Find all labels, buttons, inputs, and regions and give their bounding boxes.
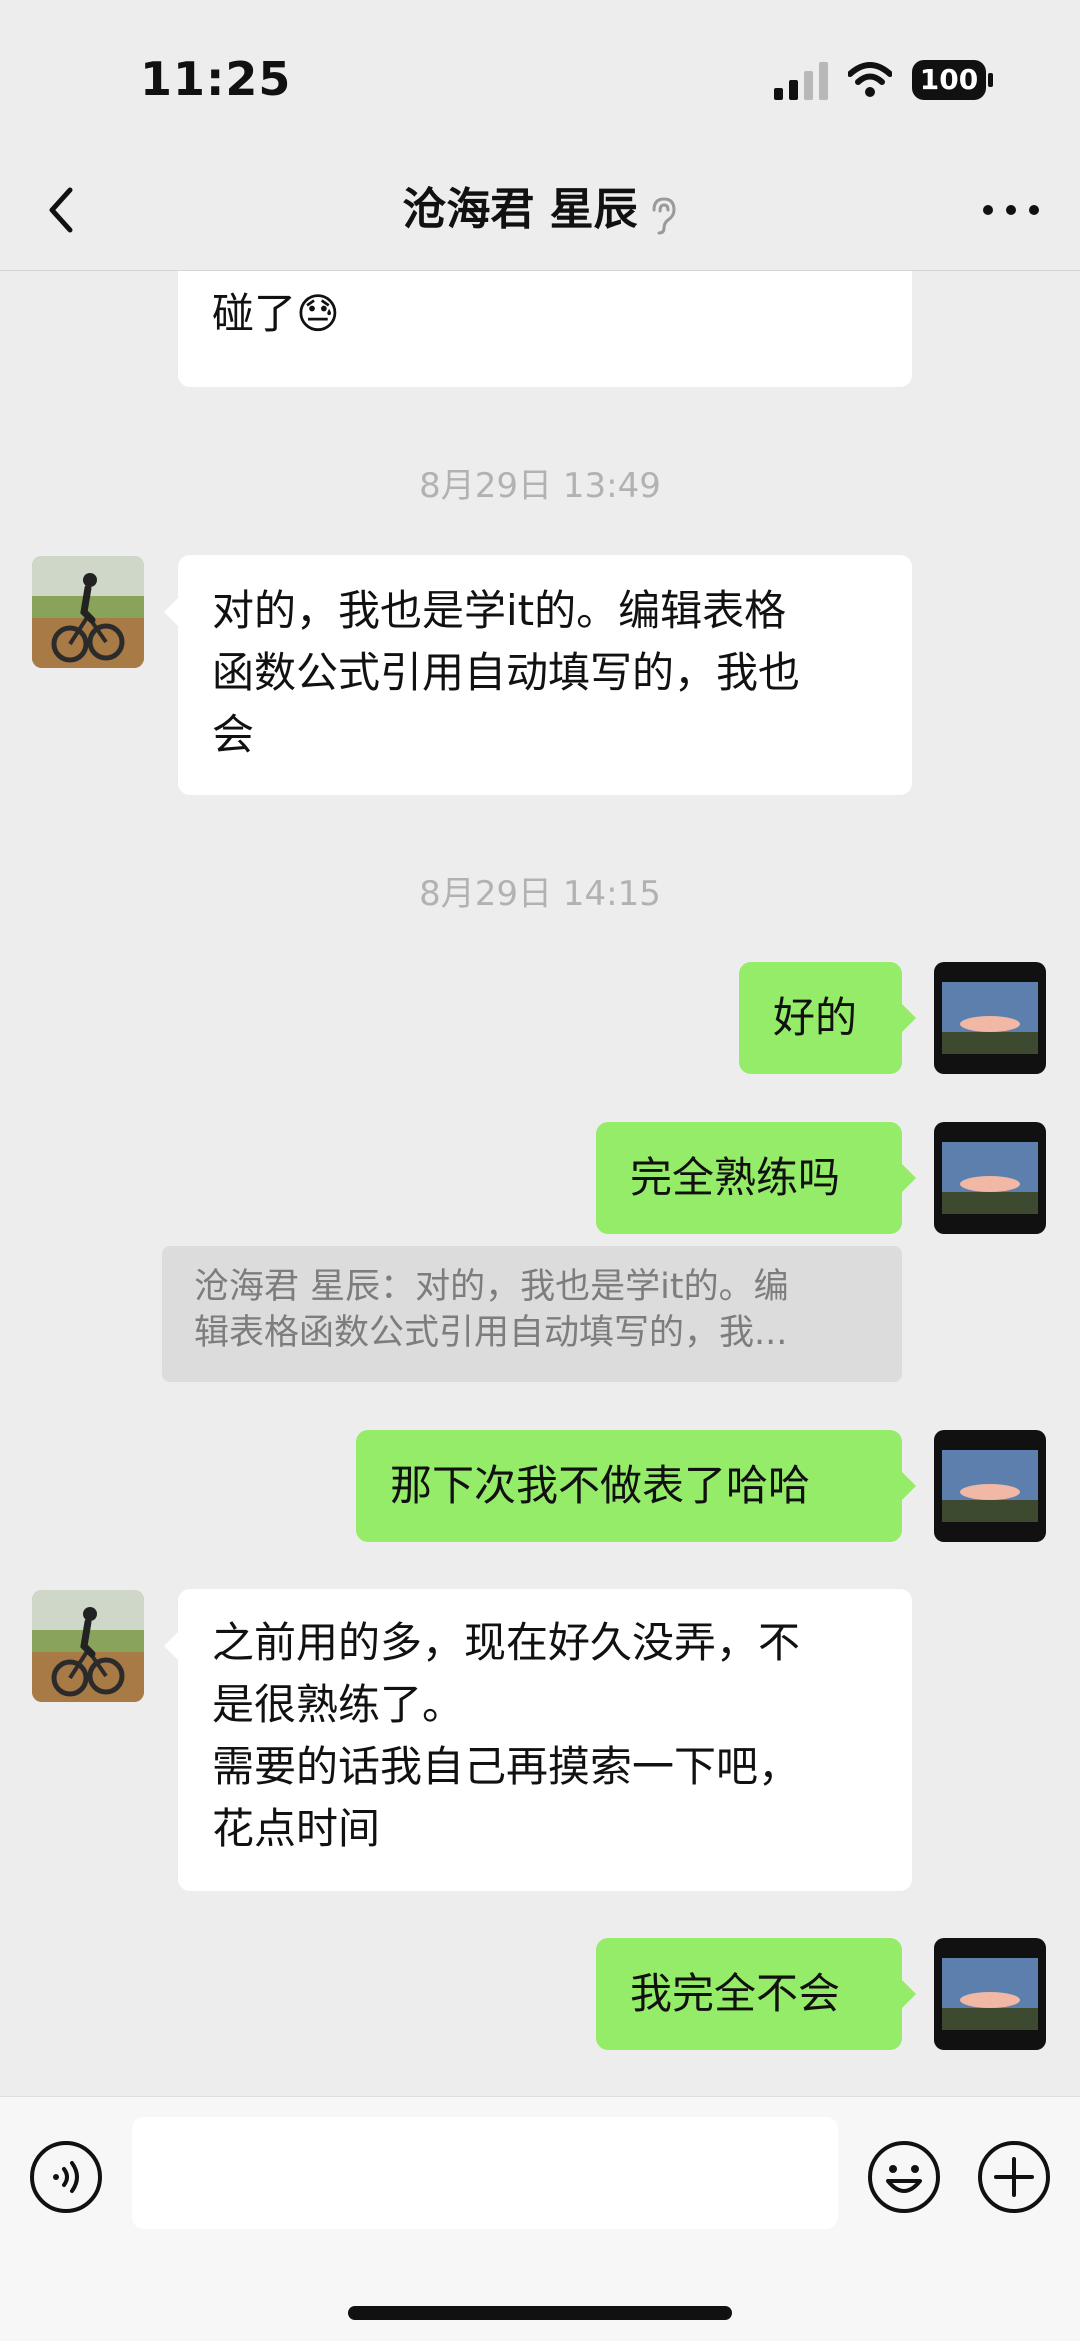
outgoing-message-bubble[interactable]: 好的: [739, 962, 902, 1074]
cyclist-avatar-image: [32, 556, 144, 668]
my-avatar[interactable]: [934, 1122, 1046, 1234]
bubble-tail: [902, 1472, 916, 1500]
message-text-line: 花点时间: [212, 1804, 381, 1853]
quoted-text-line: 辑表格函数公式引用自动填写的，我...: [194, 1313, 788, 1353]
incoming-message-bubble[interactable]: 碰了😓: [178, 270, 912, 387]
message-text-line: 需要的话我自己再摸索一下吧，: [212, 1742, 801, 1791]
my-avatar[interactable]: [934, 1938, 1046, 2050]
bubble-tail: [902, 1004, 916, 1032]
sunset-avatar-image: [934, 962, 1046, 1074]
incoming-message-bubble[interactable]: 对的，我也是学it的。编辑表格 函数公式引用自动填写的，我也 会: [178, 555, 912, 795]
message-text: 碰了😓: [212, 289, 340, 338]
message-timestamp: 8月29日 13:49: [419, 466, 661, 506]
outgoing-message-bubble[interactable]: 那下次我不做表了哈哈: [356, 1430, 902, 1542]
incoming-message-bubble[interactable]: 之前用的多，现在好久没弄，不 是很熟练了。 需要的话我自己再摸索一下吧， 花点时…: [178, 1589, 912, 1891]
contact-avatar[interactable]: [32, 556, 144, 668]
message-text: 那下次我不做表了哈哈: [390, 1461, 811, 1510]
outgoing-message-bubble[interactable]: 我完全不会: [596, 1938, 902, 2050]
cyclist-avatar-image: [32, 1590, 144, 1702]
message-input[interactable]: [132, 2117, 838, 2229]
chat-title-wrap: 沧海君 星辰: [0, 150, 1080, 270]
message-timestamp: 8月29日 14:15: [419, 874, 661, 914]
add-attachment-icon[interactable]: [976, 2139, 1052, 2215]
bubble-tail: [164, 1632, 178, 1660]
message-text: 好的: [773, 993, 858, 1042]
voice-input-icon[interactable]: [28, 2139, 104, 2215]
sunset-avatar-image: [934, 1430, 1046, 1542]
message-text-line: 函数公式引用自动填写的，我也: [212, 648, 801, 697]
sunset-avatar-image: [934, 1938, 1046, 2050]
chat-screen: 11:25 100 沧海君 星辰 碰了😓 8月29日 13:49 对的，我也是学…: [0, 0, 1080, 2341]
status-bar: 11:25 100: [0, 0, 1080, 150]
message-text-line: 会: [212, 710, 255, 759]
my-avatar[interactable]: [934, 1430, 1046, 1542]
bubble-tail: [902, 1164, 916, 1192]
status-time: 11:25: [140, 52, 292, 106]
bubble-tail: [164, 598, 178, 626]
wifi-icon: [848, 62, 892, 97]
message-input-bar: [0, 2096, 1080, 2341]
message-text: 完全熟练吗: [630, 1153, 841, 1202]
quoted-text-line: 沧海君 星辰：对的，我也是学it的。编: [194, 1267, 789, 1307]
quoted-message[interactable]: 沧海君 星辰：对的，我也是学it的。编 辑表格函数公式引用自动填写的，我...: [162, 1246, 902, 1382]
chat-header: 沧海君 星辰: [0, 150, 1080, 271]
message-list[interactable]: 碰了😓 8月29日 13:49 对的，我也是学it的。编辑表格 函数公式引用自动…: [0, 270, 1080, 2096]
message-text-line: 对的，我也是学it的。编辑表格: [212, 586, 787, 635]
message-text-line: 之前用的多，现在好久没弄，不: [212, 1618, 801, 1667]
more-options-icon[interactable]: [976, 188, 1046, 232]
sunset-avatar-image: [934, 1122, 1046, 1234]
chat-title[interactable]: 沧海君 星辰: [402, 184, 637, 235]
emoji-icon[interactable]: [866, 2139, 942, 2215]
battery-level: 100: [919, 63, 979, 96]
home-indicator[interactable]: [348, 2306, 732, 2320]
earpiece-mode-icon: [652, 196, 676, 234]
my-avatar[interactable]: [934, 962, 1046, 1074]
outgoing-message-bubble[interactable]: 完全熟练吗: [596, 1122, 902, 1234]
message-text: 我完全不会: [630, 1969, 841, 2018]
cellular-signal-icon: [774, 62, 828, 100]
contact-avatar[interactable]: [32, 1590, 144, 1702]
message-text-line: 是很熟练了。: [212, 1680, 465, 1729]
bubble-tail: [902, 1980, 916, 2008]
